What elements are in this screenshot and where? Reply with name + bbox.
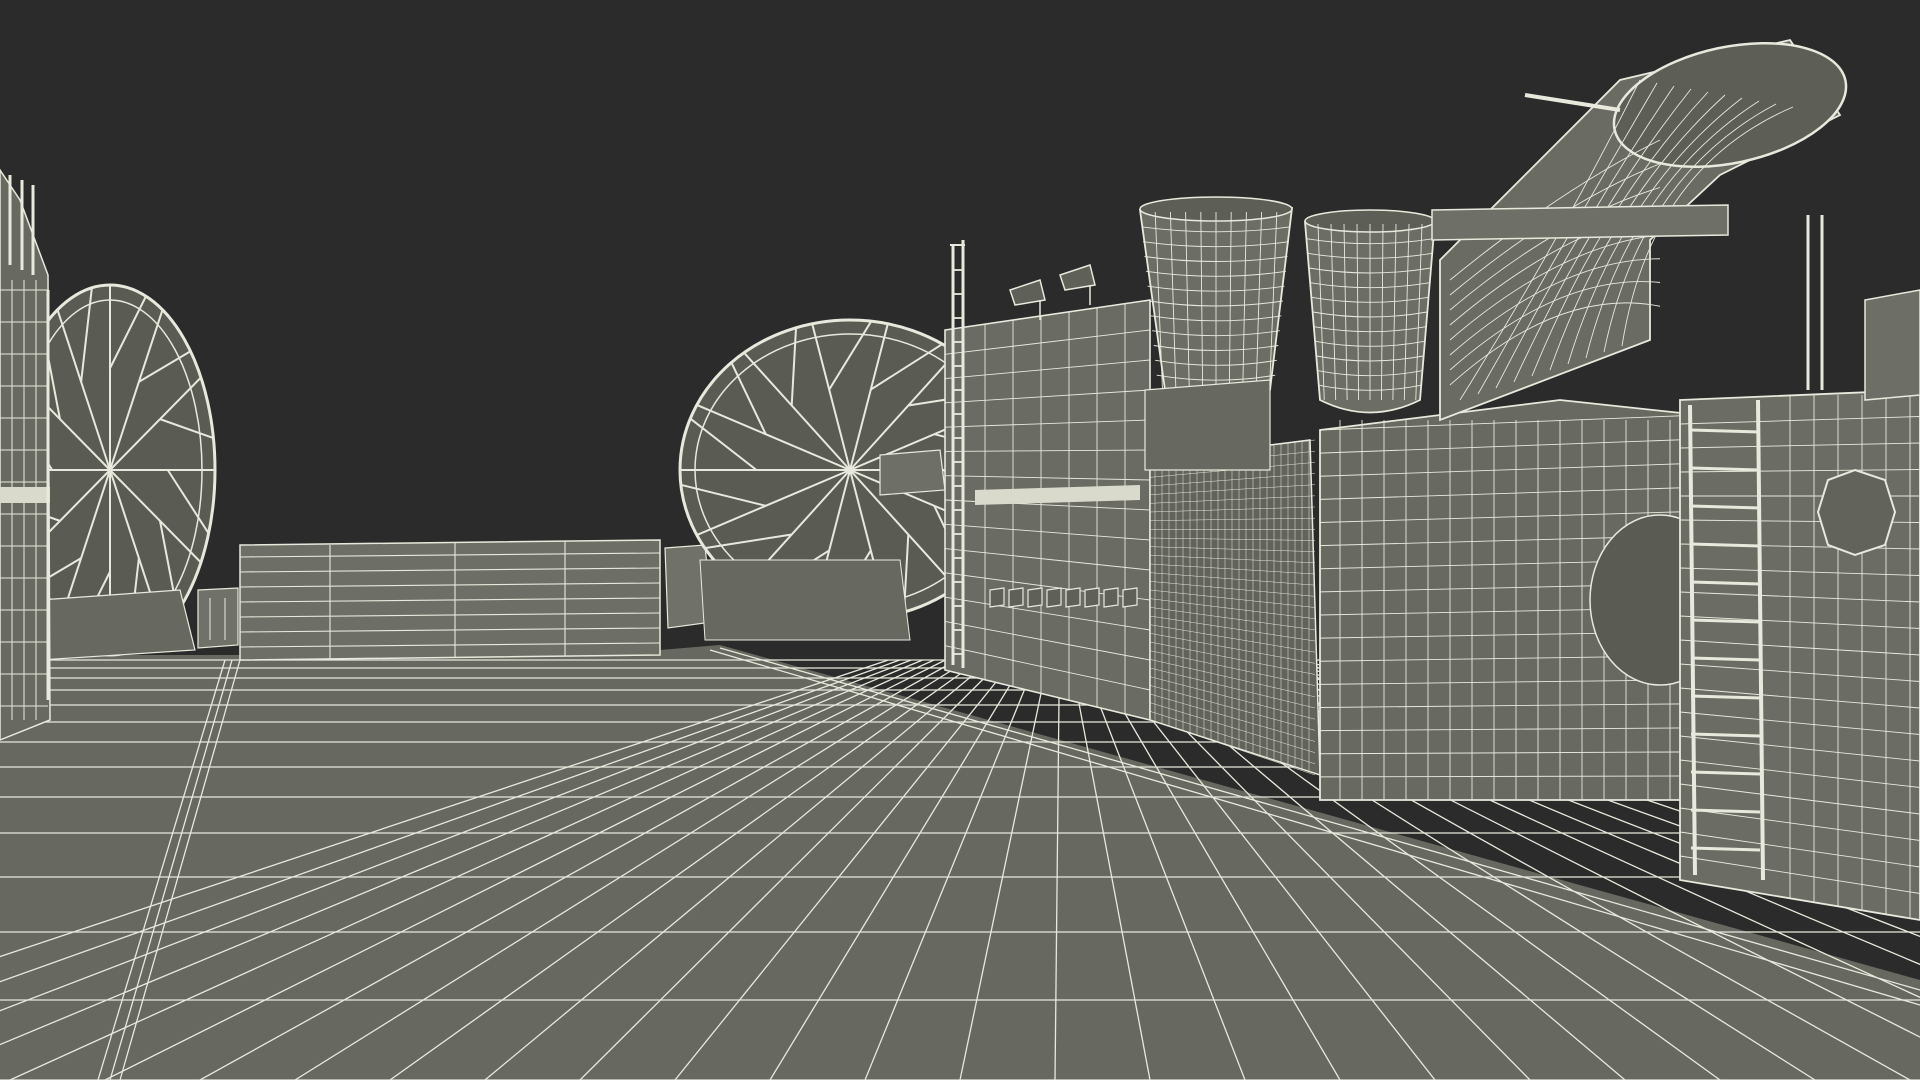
rear-ramp-gate [197, 539, 713, 661]
ladder-rung [1690, 504, 1761, 510]
hovercraft-scene [0, 0, 1920, 1080]
ladder-rung [1690, 808, 1761, 814]
vent-slot [1122, 587, 1138, 608]
vent-slot [1103, 587, 1119, 608]
octagonal-porthole [1816, 468, 1897, 557]
ladder-rung [1690, 542, 1761, 548]
ladder-rung [1690, 770, 1761, 776]
ladder-rung [1690, 466, 1761, 472]
vent-slot [1065, 587, 1081, 608]
ladder-rung [1690, 618, 1761, 624]
vent-slot [1008, 587, 1024, 608]
vent-slot [1084, 587, 1100, 608]
ladder-rung [1690, 694, 1761, 700]
ladder-rung [1690, 580, 1761, 586]
plenum-chamber [1319, 399, 1731, 801]
vent-slot [1046, 587, 1062, 608]
left-exhaust-stack [1138, 196, 1294, 471]
right-exhaust-stack [1304, 209, 1436, 414]
grated-service-bay [1149, 439, 1321, 777]
vent-slot [989, 587, 1005, 608]
ladder-rung [1690, 732, 1761, 738]
vent-slot [1027, 587, 1043, 608]
ladder-rung [1690, 846, 1761, 852]
wireframe-render-viewport [0, 0, 1920, 1080]
ladder-rung [1690, 656, 1761, 662]
ladder-rung [1690, 428, 1761, 434]
